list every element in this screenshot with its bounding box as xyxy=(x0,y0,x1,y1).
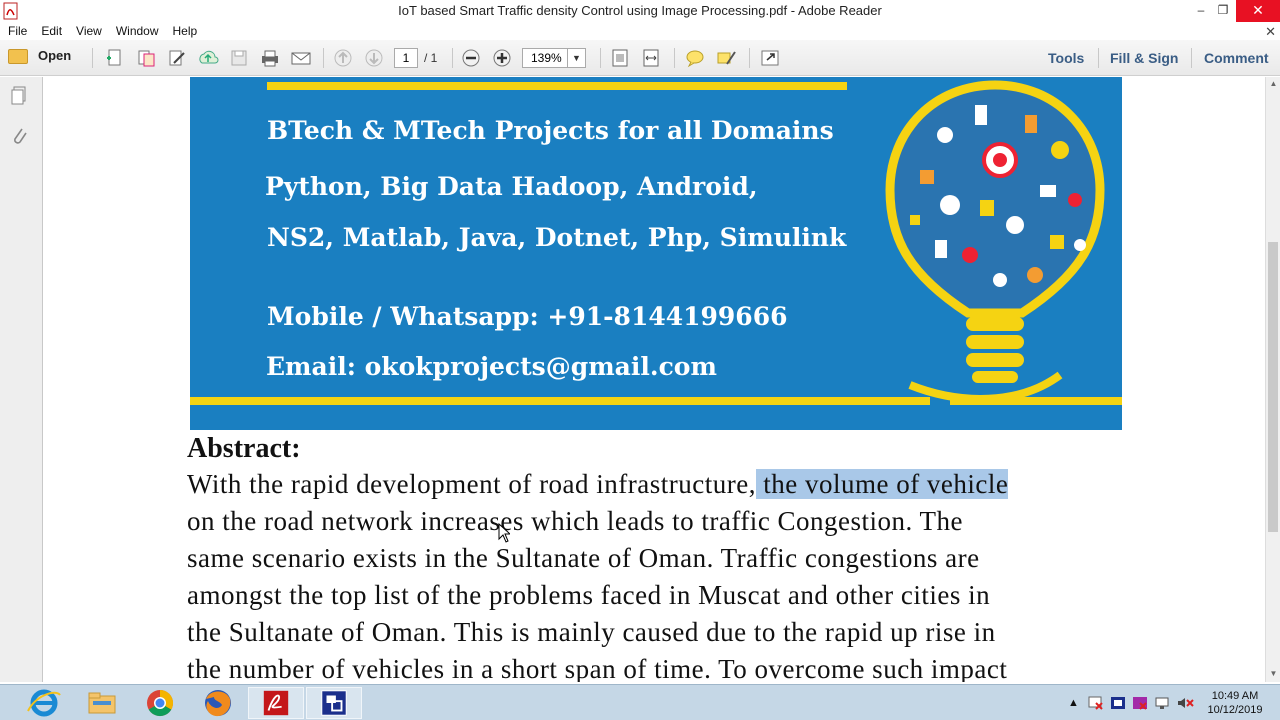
clock-time: 10:49 AM xyxy=(1211,690,1259,702)
tray-volume-muted-icon[interactable] xyxy=(1176,696,1194,710)
remote-app-icon[interactable] xyxy=(306,687,362,719)
toolbar-divider xyxy=(1098,48,1099,68)
menu-window[interactable]: Window xyxy=(116,22,159,38)
create-pdf-icon[interactable] xyxy=(104,48,126,68)
chevron-down-icon[interactable]: ▼ xyxy=(567,49,585,67)
scroll-up-icon[interactable]: ▲ xyxy=(1266,79,1280,91)
menu-file[interactable]: File xyxy=(8,22,27,38)
open-label: Open xyxy=(38,48,72,63)
email-icon[interactable] xyxy=(290,48,312,68)
tray-expand-icon[interactable]: ▲ xyxy=(1068,697,1079,709)
toolbar-divider xyxy=(674,48,675,68)
scrollbar-thumb[interactable] xyxy=(1268,242,1278,532)
toolbar-divider xyxy=(323,48,324,68)
adobe-reader-icon[interactable] xyxy=(248,687,304,719)
highlight-text-icon[interactable] xyxy=(715,48,737,68)
abstract-line-2: on the road network increases which lead… xyxy=(187,506,964,536)
scroll-down-icon[interactable]: ▼ xyxy=(1266,669,1280,681)
menu-help[interactable]: Help xyxy=(173,22,198,38)
page-total: / 1 xyxy=(424,51,438,65)
close-document-button[interactable]: ✕ xyxy=(1265,22,1276,40)
toolbar: Open 1 / 1 139% ▼ Tools Fill & Sign Comme… xyxy=(0,40,1280,76)
toolbar-divider xyxy=(749,48,750,68)
file-explorer-icon[interactable] xyxy=(74,687,130,719)
banner-line-4: Mobile / Whatsapp: +91-8144199666 xyxy=(267,302,788,331)
upload-cloud-icon[interactable] xyxy=(197,48,219,68)
close-button[interactable]: ✕ xyxy=(1236,0,1280,22)
tray-app-icon[interactable] xyxy=(1110,696,1126,710)
banner-top-line xyxy=(267,82,847,90)
tools-link[interactable]: Tools xyxy=(1048,50,1084,66)
selected-text-highlight[interactable]: the volume of vehicle xyxy=(755,469,1009,499)
next-page-icon[interactable] xyxy=(363,48,385,68)
zoom-in-icon[interactable] xyxy=(491,48,513,68)
tray-security-icon[interactable] xyxy=(1132,696,1148,710)
tray-network-icon[interactable] xyxy=(1088,696,1104,710)
clock-date: 10/12/2019 xyxy=(1207,704,1263,716)
abstract-line-3: same scenario exists in the Sultanate of… xyxy=(187,543,980,573)
page-thumbnails-icon[interactable] xyxy=(9,85,29,107)
advertisement-banner: BTech & MTech Projects for all Domains P… xyxy=(190,77,1122,430)
previous-page-icon[interactable] xyxy=(332,48,354,68)
fit-width-icon[interactable] xyxy=(640,48,662,68)
comment-link[interactable]: Comment xyxy=(1204,50,1269,66)
open-button[interactable]: Open xyxy=(8,48,71,68)
abstract-line-5: the Sultanate of Oman. This is mainly ca… xyxy=(187,617,996,647)
zoom-value: 139% xyxy=(531,51,562,65)
title-bar: IoT based Smart Traffic density Control … xyxy=(0,0,1280,22)
banner-line-3: NS2, Matlab, Java, Dotnet, Php, Simulink xyxy=(267,223,847,252)
menu-view[interactable]: View xyxy=(76,22,102,38)
abstract-line-4: amongst the top list of the problems fac… xyxy=(187,580,991,610)
fill-sign-link[interactable]: Fill & Sign xyxy=(1110,50,1178,66)
banner-line-5: Email: okokprojects@gmail.com xyxy=(266,352,717,381)
window-title: IoT based Smart Traffic density Control … xyxy=(398,3,882,18)
restore-button[interactable]: ❐ xyxy=(1208,0,1238,22)
toolbar-divider xyxy=(1191,48,1192,68)
abstract-heading: Abstract: xyxy=(187,433,301,464)
chrome-icon[interactable] xyxy=(132,687,188,719)
banner-bottom-line xyxy=(190,397,930,405)
folder-icon xyxy=(8,49,28,65)
menu-bar: File Edit View Window Help ✕ xyxy=(0,22,1280,40)
abstract-line-1: With the rapid development of road infra… xyxy=(187,469,1009,500)
banner-line-2: Python, Big Data Hadoop, Android, xyxy=(265,172,758,201)
save-icon[interactable] xyxy=(228,48,250,68)
zoom-out-icon[interactable] xyxy=(460,48,482,68)
zoom-level-select[interactable]: 139% ▼ xyxy=(522,48,586,68)
text-cursor-icon xyxy=(498,523,510,543)
taskbar: ▲ 10:49 AM 10/12/2019 xyxy=(0,684,1280,720)
page-number-input[interactable]: 1 xyxy=(394,48,418,68)
banner-line-1: BTech & MTech Projects for all Domains xyxy=(267,116,834,145)
attachments-icon[interactable] xyxy=(9,125,29,147)
lightbulb-illustration-icon xyxy=(885,80,1105,403)
navigation-pane xyxy=(0,77,43,682)
firefox-icon[interactable] xyxy=(190,687,246,719)
toolbar-divider xyxy=(600,48,601,68)
tray-display-icon[interactable] xyxy=(1154,696,1170,710)
combine-files-icon[interactable] xyxy=(135,48,157,68)
abstract-line-6: the number of vehicles in a short span o… xyxy=(187,654,1008,682)
vertical-scrollbar[interactable]: ▲ ▼ xyxy=(1265,77,1280,682)
document-view[interactable]: BTech & MTech Projects for all Domains P… xyxy=(43,77,1265,682)
edit-pdf-icon[interactable] xyxy=(166,48,188,68)
full-screen-icon[interactable] xyxy=(759,48,781,68)
print-icon[interactable] xyxy=(259,48,281,68)
fit-page-icon[interactable] xyxy=(609,48,631,68)
toolbar-divider xyxy=(92,48,93,68)
toolbar-divider xyxy=(452,48,453,68)
sticky-note-icon[interactable] xyxy=(684,48,706,68)
abstract-line-1-text: With the rapid development of road infra… xyxy=(187,469,756,499)
internet-explorer-icon[interactable] xyxy=(16,687,72,719)
menu-edit[interactable]: Edit xyxy=(41,22,62,38)
system-clock[interactable]: 10:49 AM 10/12/2019 xyxy=(1200,689,1270,717)
